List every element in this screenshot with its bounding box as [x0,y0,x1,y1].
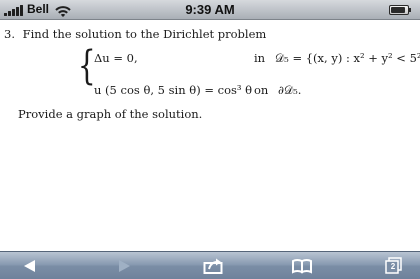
back-arrow-icon [24,260,35,272]
domain-definition: 𝒟₅ = {(x, y) : x² + y² < 5²} [275,51,420,65]
battery-level [391,7,405,13]
forward-button[interactable] [112,256,134,276]
share-button[interactable] [202,256,224,276]
bookmarks-button[interactable] [291,256,313,276]
status-bar: Bell 9:39 AM [0,0,420,20]
forward-arrow-icon [119,260,130,272]
pde-equation: Δu = 0, [94,51,138,65]
problem-text: Find the solution to the Dirichlet probl… [22,27,267,41]
system-brace: { [77,43,96,89]
boundary-set: ∂𝒟₅. [278,83,302,97]
boundary-condition: u (5 cos θ, 5 sin θ) = cos³ θ [94,83,253,97]
browser-toolbar: 2 [0,251,420,279]
back-button[interactable] [20,256,42,276]
problem-statement: 3. Find the solution to the Dirichlet pr… [4,27,266,41]
instruction-text: Provide a graph of the solution. [18,107,203,121]
tab-count: 2 [390,262,396,271]
document-page: 3. Find the solution to the Dirichlet pr… [0,20,420,251]
boundary-word: on [254,83,269,97]
tabs-button[interactable]: 2 [382,256,404,276]
problem-number: 3. [4,27,15,41]
pde-domain-word: in [254,51,266,65]
battery-icon [389,5,413,16]
clock: 9:39 AM [185,2,235,17]
bookmarks-icon [292,259,312,274]
share-icon [203,258,223,274]
